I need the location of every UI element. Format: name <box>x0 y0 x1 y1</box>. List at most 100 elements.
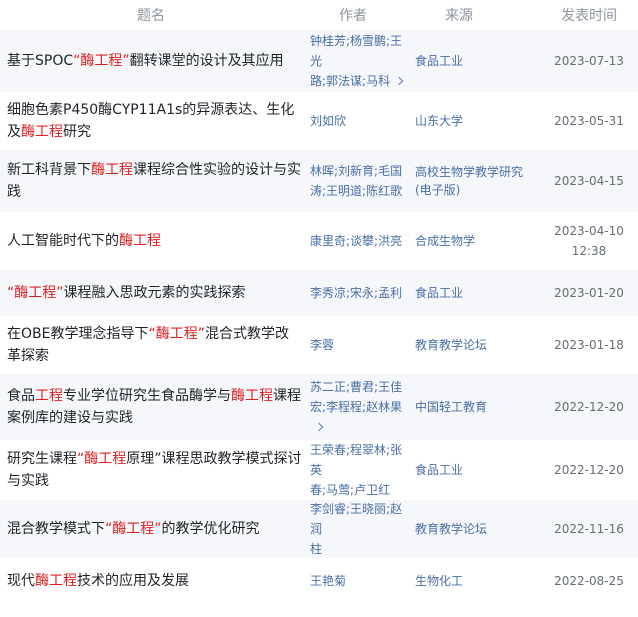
keyword-highlight: 酶工程 <box>91 162 133 178</box>
table-row: 食品工程专业学位研究生食品酶学与酶工程课程案例库的建设与实践 苏二正;曹君;王佳宏… <box>0 374 638 440</box>
table-row: 新工科背景下酶工程课程综合性实验的设计与实践 林晖;刘新育;毛国 涛;王明道;陈红歌… <box>0 150 638 212</box>
source-link[interactable]: 生物化工 <box>415 572 540 590</box>
source-link[interactable]: 食品工业 <box>415 52 540 70</box>
title-link[interactable]: “酶工程”课程融入思政元素的实践探索 <box>7 282 302 304</box>
author-names[interactable]: 路;郭法谋;马科 <box>310 74 390 88</box>
source-cell: 高校生物学教学研究 (电子版) <box>414 163 540 199</box>
author-cell: 李剑睿;王晓丽;赵润柱 <box>302 499 414 559</box>
source-cell: 合成生物学 <box>414 232 540 250</box>
title-cell: 基于SPOC“酶工程”翻转课堂的设计及其应用 <box>0 50 302 72</box>
author-names[interactable]: 刘如欣 <box>310 111 414 131</box>
date-cell: 2023-07-13 <box>540 51 638 71</box>
title-link[interactable]: 人工智能时代下的酶工程 <box>7 230 302 252</box>
header-title[interactable]: 题名 <box>0 5 302 25</box>
publish-date: 12:38 <box>571 244 607 258</box>
source-link[interactable]: 教育教学论坛 <box>415 336 540 354</box>
title-cell: 在OBE教学理念指导下“酶工程”混合式教学改革探索 <box>0 323 302 367</box>
table-row: 人工智能时代下的酶工程 康里奇;谈攀;洪亮 合成生物学 2023-04-10 12:38 <box>0 212 638 270</box>
publish-date: 2023-01-18 <box>554 338 624 352</box>
keyword-highlight: “酶工程” <box>73 53 130 69</box>
date-cell: 2022-08-25 <box>540 571 638 591</box>
source-link[interactable]: 中国轻工教育 <box>415 398 540 416</box>
title-link[interactable]: 新工科背景下酶工程课程综合性实验的设计与实践 <box>7 159 302 203</box>
author-cell: 李蓉 <box>302 335 414 355</box>
title-cell: 新工科背景下酶工程课程综合性实验的设计与实践 <box>0 159 302 203</box>
author-names[interactable]: 王艳菊 <box>310 571 414 591</box>
publish-date: 2023-05-31 <box>554 114 624 128</box>
table-row: 研究生课程“酶工程原理”课程思政教学模式探讨与实践 王荣春;程翠林;张英 春;马莺;… <box>0 440 638 500</box>
author-names[interactable]: 钟桂芳;杨雪鹏;王光 <box>310 31 414 71</box>
author-cell: 林晖;刘新育;毛国 涛;王明道;陈红歌 <box>302 161 414 201</box>
author-names[interactable]: 林晖;刘新育;毛国 <box>310 161 414 181</box>
expand-authors-chevron-icon[interactable] <box>394 76 404 86</box>
source-link[interactable]: 合成生物学 <box>415 232 540 250</box>
publish-date: 2022-12-20 <box>554 400 624 414</box>
date-cell: 2023-01-20 <box>540 283 638 303</box>
publish-date: 2023-01-20 <box>554 286 624 300</box>
expand-authors-chevron-icon[interactable] <box>314 422 324 432</box>
title-text: 研究生课程 <box>7 451 77 467</box>
keyword-highlight: “酶工程” <box>7 285 64 301</box>
table-row: “酶工程”课程融入思政元素的实践探索 李秀凉;宋永;孟利 食品工业 2023-01-2… <box>0 270 638 316</box>
date-cell: 2022-11-16 <box>540 519 638 539</box>
publish-date: 2022-11-16 <box>554 522 624 536</box>
date-cell: 2023-01-18 <box>540 335 638 355</box>
table-row: 在OBE教学理念指导下“酶工程”混合式教学改革探索 李蓉 教育教学论坛 2023-01… <box>0 316 638 374</box>
author-names[interactable]: 苏二正;曹君;王佳 <box>310 377 414 397</box>
date-cell: 2022-12-20 <box>540 460 638 480</box>
date-cell: 2023-04-10 12:38 <box>540 221 638 261</box>
source-cell: 教育教学论坛 <box>414 520 540 538</box>
title-text: 现代 <box>7 573 35 589</box>
title-link[interactable]: 基于SPOC“酶工程”翻转课堂的设计及其应用 <box>7 50 302 72</box>
publish-date: 2023-04-10 <box>554 224 624 238</box>
title-text: 的教学优化研究 <box>161 521 260 537</box>
title-text: 翻转课堂的设计及其应用 <box>129 53 284 69</box>
keyword-highlight: “酶工程” <box>148 326 205 342</box>
title-text: 研究 <box>63 124 91 140</box>
author-names[interactable]: 柱 <box>310 539 414 559</box>
publish-date: 2022-08-25 <box>554 574 624 588</box>
title-link[interactable]: 食品工程专业学位研究生食品酶学与酶工程课程案例库的建设与实践 <box>7 385 302 429</box>
title-link[interactable]: 在OBE教学理念指导下“酶工程”混合式教学改革探索 <box>7 323 302 367</box>
keyword-highlight: “酶工程 <box>77 451 127 467</box>
title-cell: 细胞色素P450酶CYP11A1s的异源表达、生化及酶工程研究 <box>0 99 302 143</box>
header-source[interactable]: 来源 <box>414 5 540 25</box>
title-link[interactable]: 研究生课程“酶工程原理”课程思政教学模式探讨与实践 <box>7 448 302 492</box>
date-cell: 2023-05-31 <box>540 111 638 131</box>
author-names[interactable]: 李蓉 <box>310 335 414 355</box>
title-text: 在OBE教学理念指导下 <box>7 326 149 342</box>
title-link[interactable]: 现代酶工程技术的应用及发展 <box>7 570 302 592</box>
table-row: 现代酶工程技术的应用及发展 王艳菊 生物化工 2022-08-25 <box>0 558 638 604</box>
author-names[interactable]: 宏;李程程;赵林果 <box>310 400 402 414</box>
author-names[interactable]: 王荣春;程翠林;张英 <box>310 440 414 480</box>
author-cell: 李秀凉;宋永;孟利 <box>302 283 414 303</box>
header-date[interactable]: 发表时间 <box>540 5 638 25</box>
publish-date: 2023-04-15 <box>554 174 624 188</box>
author-names[interactable]: 康里奇;谈攀;洪亮 <box>310 231 414 251</box>
title-text: 人工智能时代下的 <box>7 233 119 249</box>
title-cell: 现代酶工程技术的应用及发展 <box>0 570 302 592</box>
keyword-highlight: 酶工程 <box>119 233 161 249</box>
author-names[interactable]: 李秀凉;宋永;孟利 <box>310 283 414 303</box>
keyword-highlight: 酶工程 <box>231 388 273 404</box>
title-cell: 人工智能时代下的酶工程 <box>0 230 302 252</box>
table-header: 题名 作者 来源 发表时间 <box>0 0 638 30</box>
title-link[interactable]: 混合教学模式下“酶工程”的教学优化研究 <box>7 518 302 540</box>
author-names[interactable]: 春;马莺;卢卫红 <box>310 480 414 500</box>
title-link[interactable]: 细胞色素P450酶CYP11A1s的异源表达、生化及酶工程研究 <box>7 99 302 143</box>
source-cell: 山东大学 <box>414 112 540 130</box>
source-cell: 教育教学论坛 <box>414 336 540 354</box>
source-link[interactable]: 山东大学 <box>415 112 540 130</box>
source-link[interactable]: 食品工业 <box>415 461 540 479</box>
author-names[interactable]: 涛;王明道;陈红歌 <box>310 181 414 201</box>
source-link[interactable]: 高校生物学教学研究 <box>415 163 540 181</box>
source-link[interactable]: 食品工业 <box>415 284 540 302</box>
source-link[interactable]: (电子版) <box>415 181 540 199</box>
source-link[interactable]: 教育教学论坛 <box>415 520 540 538</box>
header-author[interactable]: 作者 <box>302 5 414 25</box>
title-cell: 混合教学模式下“酶工程”的教学优化研究 <box>0 518 302 540</box>
author-cell: 刘如欣 <box>302 111 414 131</box>
author-names[interactable]: 李剑睿;王晓丽;赵润 <box>310 499 414 539</box>
source-cell: 食品工业 <box>414 284 540 302</box>
keyword-highlight: 酶工程 <box>35 573 77 589</box>
